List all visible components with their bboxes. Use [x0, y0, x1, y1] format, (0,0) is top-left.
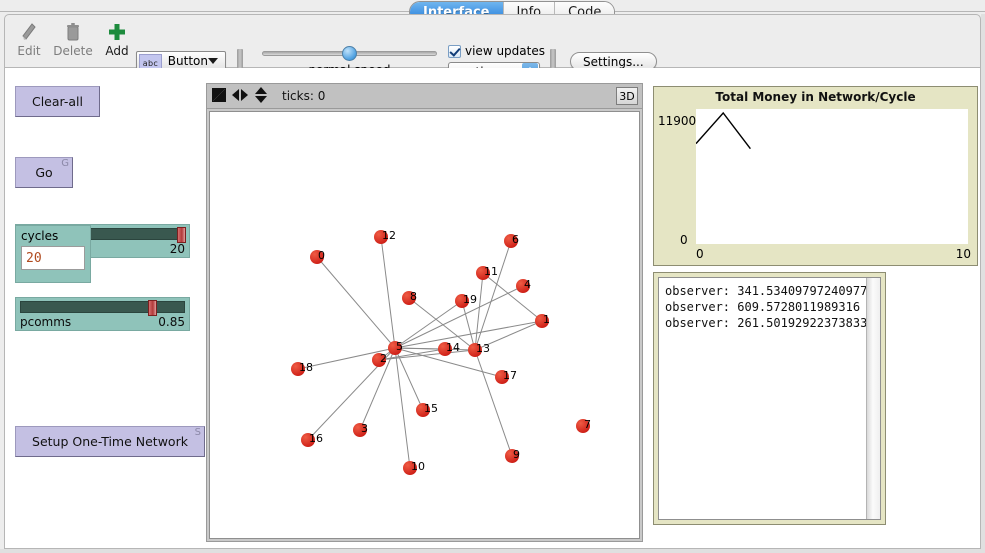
window-vertical-scrollbar[interactable]	[981, 14, 985, 549]
world-toolbar: ticks: 0 3D	[207, 84, 642, 109]
network-node-label: 12	[382, 229, 396, 242]
cycles-value: 20	[26, 251, 42, 266]
abc-icon: abc	[139, 54, 162, 69]
plot-area	[696, 109, 968, 244]
setup-network-button[interactable]: Setup One-Time Network S	[15, 426, 205, 457]
view-3d-button[interactable]: 3D	[616, 87, 638, 105]
network-node-label: 18	[299, 361, 313, 374]
pcomms-slider[interactable]: pcomms 0.85	[15, 297, 190, 331]
cycles-label: cycles	[21, 229, 85, 243]
plus-icon	[95, 19, 139, 45]
network-node-label: 16	[309, 432, 323, 445]
network-node-label: 8	[410, 290, 417, 303]
network-node-label: 10	[411, 460, 425, 473]
go-button[interactable]: Go G	[15, 157, 73, 188]
cycles-input[interactable]: 20	[21, 246, 85, 270]
plot-title: Total Money in Network/Cycle	[654, 87, 977, 104]
view-3d-label: 3D	[619, 90, 634, 103]
clear-all-label: Clear-all	[32, 94, 83, 109]
pcomms-slider-track	[20, 301, 185, 313]
network-nodes: 012345678910111213141516171819	[210, 112, 639, 538]
network-node-label: 2	[380, 352, 387, 365]
go-label: Go	[35, 165, 52, 180]
network-node-label: 4	[524, 278, 531, 291]
edit-button[interactable]: Edit	[7, 19, 51, 58]
network-node-label: 14	[446, 341, 460, 354]
network-node-label: 5	[396, 340, 403, 353]
pencil-icon	[7, 19, 51, 45]
network-node-label: 0	[318, 249, 325, 262]
view-updates-checkbox[interactable]	[448, 45, 461, 58]
output-scrollbar[interactable]	[866, 278, 880, 519]
world-toolbar-icons	[212, 86, 268, 107]
pcomms-value: 0.85	[158, 315, 185, 329]
split-square-icon[interactable]	[212, 88, 226, 105]
setup-network-label: Setup One-Time Network	[32, 434, 188, 449]
settings-label: Settings...	[583, 55, 644, 69]
add-label: Add	[95, 45, 139, 58]
pcomms-slider-row: pcomms 0.85	[20, 315, 185, 329]
network-node-label: 7	[584, 418, 591, 431]
plot-x-max-tick: 10	[956, 247, 971, 261]
delete-button[interactable]: Delete	[51, 19, 95, 58]
up-down-arrows-icon[interactable]	[254, 86, 268, 107]
plot-x-min-tick: 0	[696, 247, 704, 261]
abc-icon-text: abc	[143, 59, 158, 68]
view-updates-row: view updates	[448, 43, 545, 59]
network-node-label: 19	[463, 293, 477, 306]
network-node-label: 13	[476, 342, 490, 355]
network-node-label: 11	[484, 265, 498, 278]
output-widget: observer: 341.53409797240977 observer: 6…	[653, 272, 886, 525]
network-node-label: 6	[512, 233, 519, 246]
pcomms-slider-knob[interactable]	[148, 300, 157, 316]
interface-toolbar: Edit Delete Add abc Button normal speed	[4, 14, 981, 68]
chevron-down-icon	[208, 58, 218, 64]
clear-all-button[interactable]: Clear-all	[15, 86, 100, 117]
left-right-arrows-icon[interactable]	[231, 88, 249, 105]
add-button[interactable]: Add	[95, 19, 139, 58]
plot-y-min-tick: 0	[680, 233, 688, 247]
edit-label: Edit	[7, 45, 51, 58]
world-canvas[interactable]: 012345678910111213141516171819	[209, 111, 640, 539]
num-nodes-slider-knob[interactable]	[177, 227, 186, 243]
delete-label: Delete	[51, 45, 95, 58]
network-node-label: 1	[543, 313, 550, 326]
world-view: ticks: 0 3D 0123456789101112131415161718…	[206, 83, 643, 542]
netlogo-window: Interface Info Code Edit Delete Add abc	[0, 0, 985, 553]
num-nodes-value: 20	[170, 242, 185, 256]
plot-y-max-tick: 11900	[658, 114, 696, 128]
trash-icon	[51, 19, 95, 45]
plot-line-series	[696, 109, 968, 244]
network-node-label: 15	[424, 402, 438, 415]
cycles-input-widget[interactable]: cycles 20	[15, 225, 91, 283]
view-updates-label: view updates	[465, 44, 545, 58]
window-horizontal-scrollbar[interactable]	[0, 549, 985, 553]
network-node-label: 3	[361, 422, 368, 435]
output-text: observer: 341.53409797240977 observer: 6…	[659, 278, 880, 336]
pcomms-label: pcomms	[20, 315, 71, 329]
go-shortcut: G	[61, 158, 69, 169]
speed-slider-knob[interactable]	[342, 46, 357, 61]
widget-type-label: Button	[162, 54, 208, 68]
setup-network-shortcut: S	[195, 427, 201, 438]
network-node-label: 17	[503, 369, 517, 382]
network-node-label: 9	[513, 448, 520, 461]
output-inner[interactable]: observer: 341.53409797240977 observer: 6…	[658, 277, 881, 520]
plot-widget: Total Money in Network/Cycle 11900 0 0 1…	[653, 86, 978, 266]
ticks-counter: ticks: 0	[282, 89, 325, 103]
interface-canvas: Clear-all Go G num-nodes 20 pcomms 0.85	[4, 68, 981, 549]
